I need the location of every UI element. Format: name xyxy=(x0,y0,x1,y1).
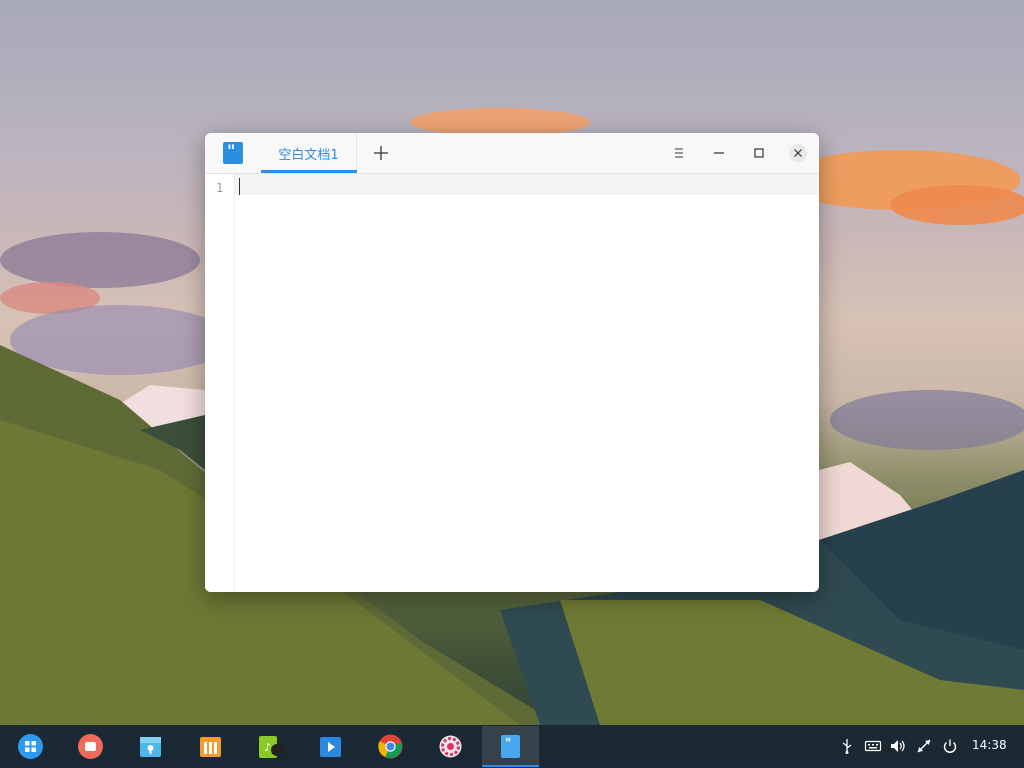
close-icon[interactable] xyxy=(789,144,807,162)
record-icon xyxy=(78,734,103,759)
clock[interactable]: 14:38 xyxy=(972,738,1007,752)
launcher-icon xyxy=(18,734,43,759)
dock-app-launcher[interactable] xyxy=(2,725,58,768)
text-cursor xyxy=(239,178,240,195)
dock: ♪ " 14:38 xyxy=(0,725,1024,768)
chrome-icon xyxy=(378,734,403,759)
power-icon[interactable] xyxy=(941,737,959,755)
minimize-icon[interactable] xyxy=(709,143,729,163)
line-number-gutter xyxy=(205,174,235,592)
maximize-icon[interactable] xyxy=(749,143,769,163)
store-icon xyxy=(200,737,221,757)
titlebar[interactable]: " 空白文档1 xyxy=(205,133,819,174)
file-manager-icon xyxy=(140,737,161,757)
usb-icon[interactable] xyxy=(838,737,856,755)
plus-icon[interactable] xyxy=(371,143,391,163)
volume-icon[interactable] xyxy=(889,737,907,755)
tab-label: 空白文档1 xyxy=(278,147,339,163)
music-icon: ♪ xyxy=(259,736,283,758)
svg-text:": " xyxy=(505,736,511,750)
hamburger-menu-icon[interactable] xyxy=(669,143,689,163)
dock-app-settings[interactable] xyxy=(422,725,478,768)
text-editor-icon: " xyxy=(223,141,243,164)
tab-document[interactable]: 空白文档1 xyxy=(261,133,357,173)
gear-icon xyxy=(439,735,462,758)
keyboard-icon[interactable] xyxy=(864,737,882,755)
network-icon[interactable] xyxy=(915,737,933,755)
dock-app-chrome[interactable] xyxy=(362,725,418,768)
dock-app-screen-recorder[interactable] xyxy=(62,725,118,768)
dock-app-music[interactable]: ♪ xyxy=(242,725,298,768)
dock-app-file-manager[interactable] xyxy=(122,725,178,768)
text-editing-area[interactable] xyxy=(235,174,819,592)
dock-app-movie[interactable] xyxy=(302,725,358,768)
desktop: " 空白文档1 1 ♪ " 14:38 xyxy=(0,0,1024,768)
dock-app-text-editor[interactable]: " xyxy=(482,725,538,768)
video-icon xyxy=(320,737,341,757)
text-editor-window[interactable]: " 空白文档1 1 xyxy=(205,133,819,592)
text-editor-icon: " xyxy=(501,735,520,758)
dock-app-store[interactable] xyxy=(182,725,238,768)
line-number: 1 xyxy=(216,181,224,195)
tab-active-indicator xyxy=(261,170,357,173)
svg-text:♪: ♪ xyxy=(264,741,271,754)
